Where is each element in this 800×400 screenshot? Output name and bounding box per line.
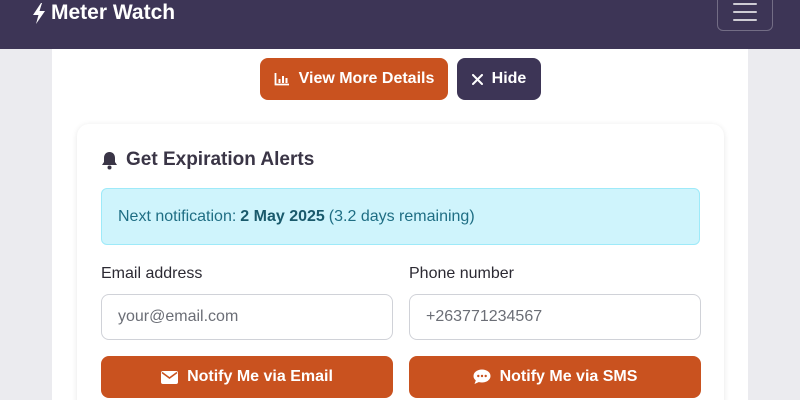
hide-label: Hide xyxy=(491,70,527,87)
notify-sms-label: Notify Me via SMS xyxy=(499,368,638,385)
chat-bubble-icon xyxy=(473,369,491,384)
phone-label: Phone number xyxy=(409,265,514,282)
bar-chart-icon xyxy=(274,73,289,86)
bell-icon xyxy=(102,151,117,169)
notification-remaining: (3.2 days remaining) xyxy=(328,207,475,225)
brand-link[interactable]: Meter Watch xyxy=(31,0,175,26)
alerts-heading: Get Expiration Alerts xyxy=(101,148,314,172)
notify-sms-button[interactable]: Notify Me via SMS xyxy=(409,356,701,398)
hide-button[interactable]: Hide xyxy=(457,58,541,100)
email-input[interactable] xyxy=(101,294,393,340)
close-x-icon xyxy=(471,73,483,85)
notification-prefix: Next notification: xyxy=(118,207,237,225)
hamburger-menu-icon-bar xyxy=(733,10,757,13)
brand-name: Meter Watch xyxy=(51,1,176,24)
phone-input[interactable] xyxy=(409,294,701,340)
top-navbar: Meter Watch xyxy=(0,0,800,49)
notify-email-button[interactable]: Notify Me via Email xyxy=(101,356,393,398)
notify-email-label: Notify Me via Email xyxy=(187,368,333,385)
notification-date: 2 May 2025 xyxy=(240,207,325,225)
envelope-icon xyxy=(161,370,179,384)
hamburger-menu-icon-bar xyxy=(733,18,757,21)
view-more-details-label: View More Details xyxy=(298,70,435,87)
email-label: Email address xyxy=(101,265,203,282)
hamburger-menu-icon xyxy=(733,2,757,5)
next-notification-alert: Next notification: 2 May 2025 (3.2 days … xyxy=(101,188,700,245)
lightning-bolt-icon xyxy=(33,2,45,24)
navbar-toggle-button[interactable] xyxy=(717,0,773,31)
view-more-details-button[interactable]: View More Details xyxy=(260,58,448,100)
alerts-title: Get Expiration Alerts xyxy=(126,149,315,170)
